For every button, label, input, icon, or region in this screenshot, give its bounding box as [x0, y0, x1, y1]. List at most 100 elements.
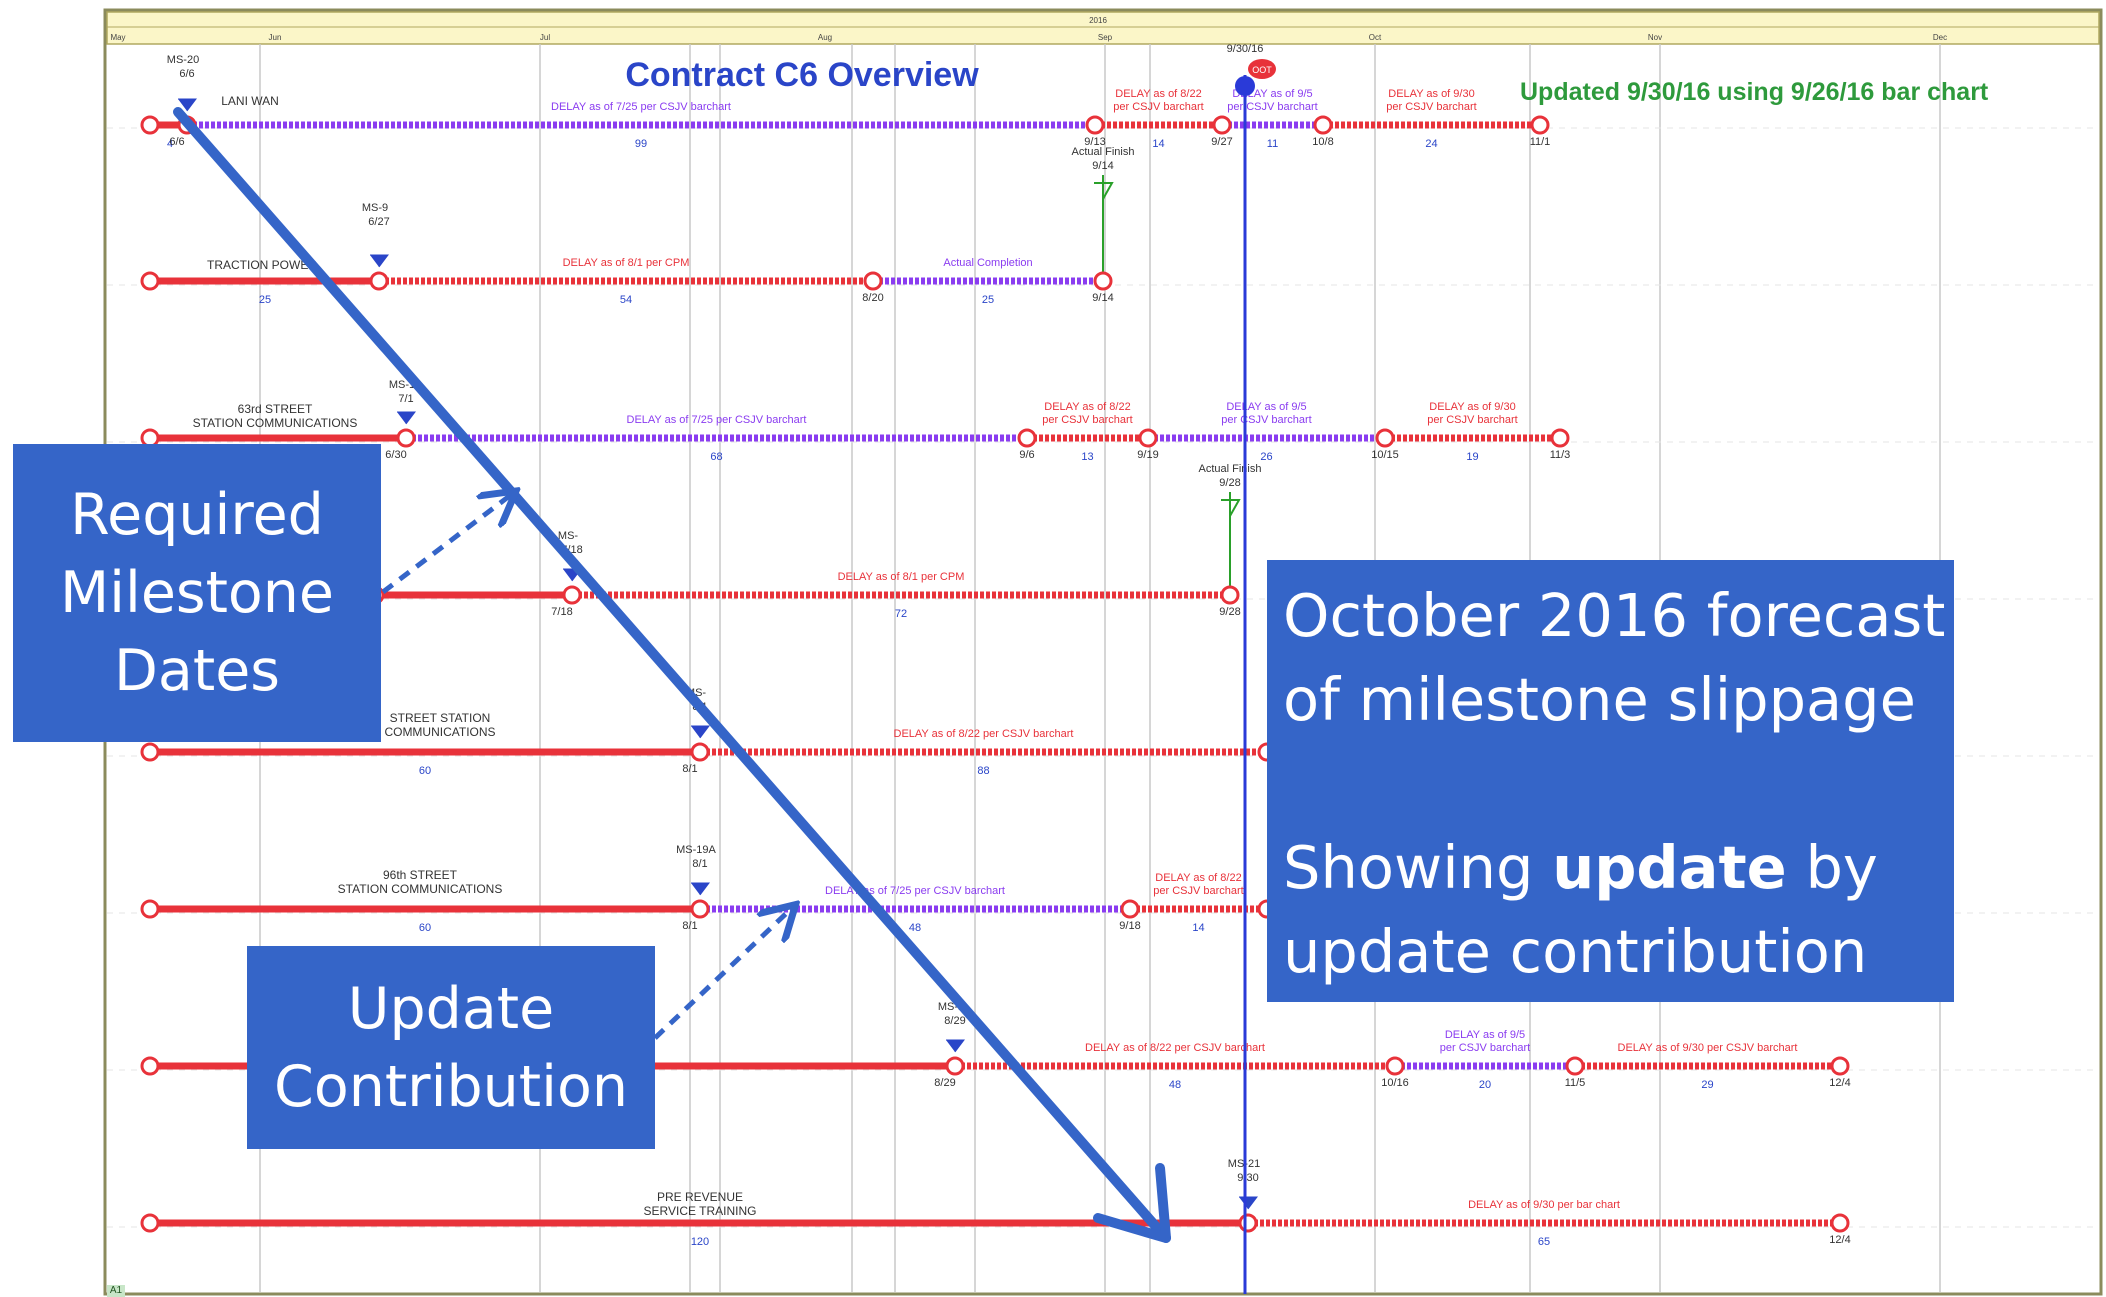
callout-line: Update	[347, 975, 555, 1042]
flag-badge: OOT	[1252, 65, 1272, 75]
milestone-date: 6/6	[179, 68, 194, 80]
segment-label: per CSJV barchart	[1227, 101, 1317, 113]
row-label: STATION COMMUNICATIONS	[193, 416, 358, 430]
callout-line: Contribution	[274, 1053, 628, 1120]
segment-days: 14	[1192, 922, 1204, 934]
segment-node	[396, 428, 416, 448]
forecast-line-1: October 2016 forecast	[1283, 581, 1946, 650]
status-date-label: 9/30/16	[1227, 43, 1264, 55]
segment-days: 68	[710, 451, 722, 463]
timeline-month-label: Oct	[1369, 33, 1382, 42]
timeline-month-label: Nov	[1648, 33, 1662, 42]
segment-label: DELAY as of 9/30 per CSJV barchart	[1618, 1042, 1798, 1054]
callout-line: Milestone	[59, 560, 335, 626]
milestone-date: 9/30	[1237, 1172, 1258, 1184]
row-label: LANI WAN	[221, 94, 279, 108]
baseline-days: 25	[259, 294, 271, 306]
segment-node	[1138, 428, 1158, 448]
segment-label: per CSJV barchart	[1221, 414, 1311, 426]
required-milestone-dates-callout: Required Milestone Dates	[13, 444, 381, 742]
segment-label: DELAY as of 9/30	[1388, 88, 1474, 100]
actual-finish-label: Actual Finish	[1072, 146, 1135, 158]
start-node	[140, 115, 160, 135]
segment-label: per CSJV barchart	[1427, 414, 1517, 426]
segment-node	[1313, 115, 1333, 135]
segment-days: 26	[1260, 451, 1272, 463]
timeline-month-label: Jun	[269, 33, 282, 42]
row-label: 96th STREET	[383, 868, 458, 882]
segment-days: 72	[895, 608, 907, 620]
segment-days: 24	[1425, 138, 1437, 150]
milestone-date: 6/27	[368, 216, 389, 228]
row-label: COMMUNICATIONS	[384, 725, 495, 739]
segment-days: 29	[1701, 1079, 1713, 1091]
segment-end-date: 9/6	[1019, 449, 1034, 461]
segment-node	[863, 271, 883, 291]
segment-end-date: 10/16	[1381, 1077, 1409, 1089]
start-date-label: 8/1	[682, 763, 697, 775]
forecast-line-3-pre: Showing	[1283, 833, 1553, 902]
segment-node	[1565, 1056, 1585, 1076]
sheet-tag: A1	[107, 1285, 125, 1297]
status-date-marker	[1235, 76, 1255, 96]
segment-label: DELAY as of 8/22 per CSJV barchart	[1085, 1042, 1265, 1054]
forecast-line-4: update contribution	[1283, 917, 1868, 986]
segment-label: per CSJV barchart	[1153, 885, 1243, 897]
start-date-label: 8/29	[934, 1077, 955, 1089]
segment-label: per CSJV barchart	[1440, 1042, 1530, 1054]
row-label: PRE REVENUE	[657, 1190, 743, 1204]
callout-line: Dates	[114, 638, 280, 704]
segment-end-date: 9/27	[1211, 136, 1232, 148]
segment-label: DELAY as of 8/1 per CPM	[563, 257, 690, 269]
segment-node	[1017, 428, 1037, 448]
start-date-label: 7/18	[551, 606, 572, 618]
segment-label: DELAY as of 8/22	[1155, 872, 1241, 884]
milestone-date: 8/29	[944, 1015, 965, 1027]
segment-label: DELAY as of 8/22	[1044, 401, 1130, 413]
updated-note: Updated 9/30/16 using 9/26/16 bar chart	[1520, 78, 1989, 106]
segment-label: DELAY as of 8/22	[1115, 88, 1201, 100]
segment-days: 88	[977, 765, 989, 777]
timeline-month-label: Aug	[818, 33, 832, 42]
segment-days: 25	[982, 294, 994, 306]
segment-label: DELAY as of 9/5	[1226, 401, 1306, 413]
row-label: SERVICE TRAINING	[644, 1204, 757, 1218]
segment-node	[1085, 115, 1105, 135]
segment-days: 65	[1538, 1236, 1550, 1248]
segment-end-date: 11/1	[1530, 136, 1551, 148]
start-node	[140, 899, 160, 919]
segment-days: 19	[1466, 451, 1478, 463]
segment-node	[562, 585, 582, 605]
forecast-line-3: Showing update by	[1283, 826, 1954, 910]
end-node	[1550, 428, 1570, 448]
milestone-date: 8/1	[692, 858, 707, 870]
baseline-days: 60	[419, 922, 431, 934]
start-node	[140, 1056, 160, 1076]
segment-end-date: 11/5	[1565, 1077, 1586, 1089]
segment-days: 20	[1479, 1079, 1491, 1091]
milestone-name: MS-20	[167, 54, 199, 66]
row-label: 63rd STREET	[238, 402, 313, 416]
row-label: TRACTION POWER	[207, 258, 317, 272]
segment-end-date: 11/3	[1550, 449, 1571, 461]
milestone-name: MS-	[558, 530, 579, 542]
forecast-line-2: of milestone slippage	[1283, 665, 1916, 734]
forecast-line-3-post: by	[1786, 833, 1878, 902]
segment-end-date: 12/4	[1829, 1077, 1850, 1089]
end-node	[1830, 1213, 1850, 1233]
segment-end-date: 9/28	[1219, 606, 1240, 618]
timeline-year-label: 2016	[1089, 16, 1107, 25]
segment-days: 11	[1267, 138, 1278, 150]
callout-line: Required	[70, 482, 324, 548]
segment-node	[1120, 899, 1140, 919]
timeline-month-label: Sep	[1098, 33, 1113, 42]
segment-label: DELAY as of 9/30 per bar chart	[1468, 1199, 1620, 1211]
actual-finish-date: 9/28	[1219, 477, 1240, 489]
segment-node	[1238, 1213, 1258, 1233]
baseline-days: 120	[691, 1236, 709, 1248]
segment-label: DELAY as of 9/5	[1445, 1029, 1525, 1041]
timeline-month-label: Jul	[540, 33, 550, 42]
segment-days: 14	[1152, 138, 1164, 150]
segment-label: per CSJV barchart	[1042, 414, 1132, 426]
segment-end-date: 9/14	[1092, 292, 1113, 304]
